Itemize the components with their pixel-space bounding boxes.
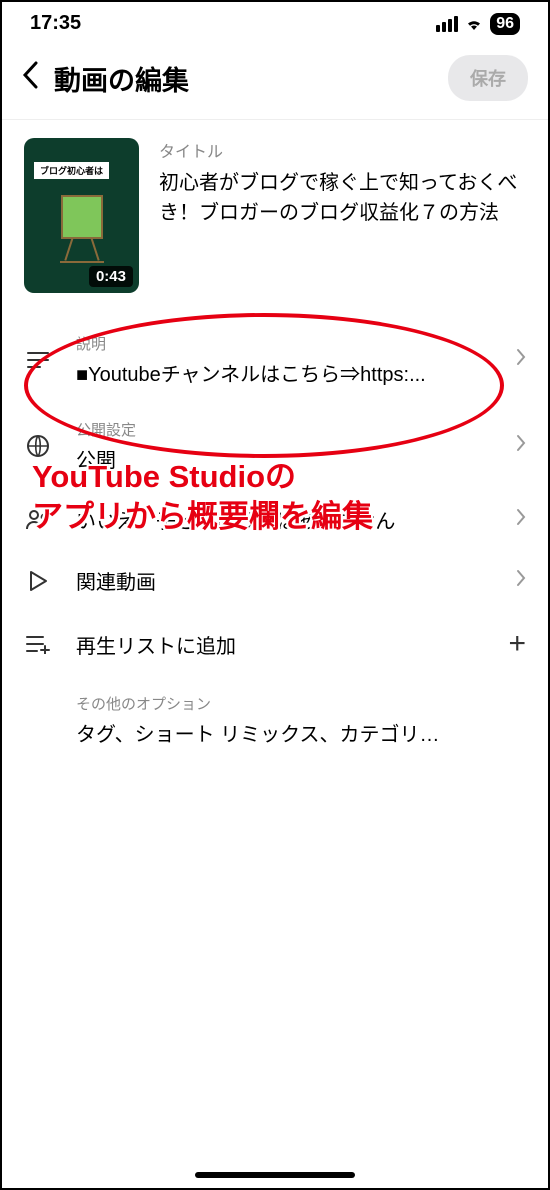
playlist-add-icon: [24, 634, 52, 654]
other-value: タグ、ショート リミックス、カテゴリ…: [76, 718, 526, 747]
battery-badge: 96: [490, 13, 520, 35]
description-icon: [24, 350, 52, 370]
wifi-icon: [464, 16, 484, 32]
related-videos-row[interactable]: 関連動画: [24, 550, 526, 611]
back-button[interactable]: [22, 61, 38, 96]
globe-icon: [24, 434, 52, 458]
title-label: タイトル: [159, 138, 526, 162]
audience-value: いいえ、子ども向けではありません: [76, 505, 492, 534]
description-value: ■Youtubeチャンネルはこちら⇒https:...: [76, 358, 492, 387]
video-info: タイトル 初心者がブログで稼ぐ上で知っておくべき！ブロガーのブログ収益化７の方法: [159, 138, 526, 293]
chevron-right-icon: [516, 569, 526, 593]
chevron-right-icon: [516, 508, 526, 532]
audience-row[interactable]: いいえ、子ども向けではありません: [24, 489, 526, 550]
add-to-playlist-row[interactable]: 再生リストに追加 +: [24, 611, 526, 677]
plus-icon: +: [508, 627, 526, 661]
chevron-right-icon: [516, 348, 526, 372]
save-button[interactable]: 保存: [448, 55, 528, 101]
status-indicators: 96: [436, 13, 520, 35]
other-options-row[interactable]: その他のオプション タグ、ショート リミックス、カテゴリ…: [24, 677, 526, 763]
visibility-label: 公開設定: [76, 419, 492, 440]
playlist-value: 再生リストに追加: [76, 630, 484, 659]
description-label: 説明: [76, 333, 492, 354]
settings-list: YouTube Studioの アプリから概要欄を編集 説明 ■Youtubeチ…: [2, 317, 548, 763]
related-value: 関連動画: [76, 566, 492, 595]
header: 動画の編集 保存: [2, 43, 548, 120]
thumbnail-banner: ブログ初心者は: [34, 162, 109, 179]
audience-icon: [24, 509, 52, 531]
video-thumbnail[interactable]: ブログ初心者は 0:43: [24, 138, 139, 293]
video-duration: 0:43: [89, 266, 133, 287]
page-title: 動画の編集: [54, 59, 189, 98]
visibility-row[interactable]: 公開設定 公開: [24, 403, 526, 489]
chevron-right-icon: [516, 434, 526, 458]
status-time: 17:35: [30, 12, 81, 35]
home-indicator[interactable]: [195, 1172, 355, 1178]
description-row[interactable]: 説明 ■Youtubeチャンネルはこちら⇒https:...: [24, 317, 526, 403]
signal-icon: [436, 16, 458, 32]
visibility-value: 公開: [76, 444, 492, 473]
other-label: その他のオプション: [76, 693, 526, 714]
video-section: ブログ初心者は 0:43 タイトル 初心者がブログで稼ぐ上で知っておくべき！ブロ…: [2, 120, 548, 317]
video-title[interactable]: 初心者がブログで稼ぐ上で知っておくべき！ブロガーのブログ収益化７の方法: [159, 168, 526, 228]
play-icon: [24, 570, 52, 592]
status-bar: 17:35 96: [2, 2, 548, 43]
